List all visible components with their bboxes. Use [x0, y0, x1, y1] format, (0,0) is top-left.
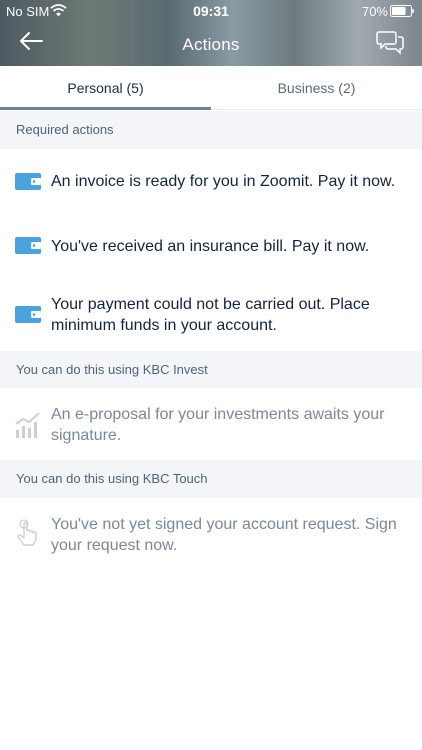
action-item-text: You've received an insurance bill. Pay i…: [51, 238, 370, 255]
tab-bar: Personal (5) Business (2): [0, 66, 422, 110]
action-item-e-proposal[interactable]: An e-proposal for your investments await…: [0, 388, 422, 460]
action-item-zoomit-invoice[interactable]: An invoice is ready for you in Zoomit. P…: [0, 149, 422, 215]
wallet-icon: [15, 306, 41, 323]
section-header-kbc-invest: You can do this using KBC Invest: [0, 351, 422, 388]
action-item-text: Your payment could not be carried out. P…: [51, 296, 370, 334]
tab-business[interactable]: Business (2): [211, 66, 422, 110]
action-item-payment-failed[interactable]: Your payment could not be carried out. P…: [0, 281, 422, 351]
wallet-icon: [15, 173, 41, 190]
status-time: 09:31: [193, 3, 229, 19]
section-header-required: Required actions: [0, 111, 422, 149]
tab-personal[interactable]: Personal (5): [0, 66, 211, 110]
section-header-kbc-touch: You can do this using KBC Touch: [0, 460, 422, 498]
battery-icon: [390, 5, 414, 17]
investment-chart-icon: [15, 412, 40, 438]
action-item-account-request[interactable]: You've not yet signed your account reque…: [0, 498, 422, 572]
touch-hand-icon: [17, 519, 37, 546]
status-bar: No SIM 09:31 70%: [0, 0, 422, 22]
action-item-insurance-bill[interactable]: You've received an insurance bill. Pay i…: [0, 215, 422, 281]
app-header: No SIM 09:31 70% Actions: [0, 0, 422, 66]
active-tab-indicator: [0, 107, 211, 110]
battery-percentage: 70%: [361, 4, 388, 19]
wallet-icon: [15, 237, 41, 254]
action-item-text: You've not yet signed your account reque…: [51, 516, 397, 554]
action-item-text: An invoice is ready for you in Zoomit. P…: [51, 173, 396, 190]
action-item-text: An e-proposal for your investments await…: [51, 406, 385, 444]
chat-bubbles-icon[interactable]: [376, 29, 404, 55]
page-title: Actions: [182, 35, 240, 54]
